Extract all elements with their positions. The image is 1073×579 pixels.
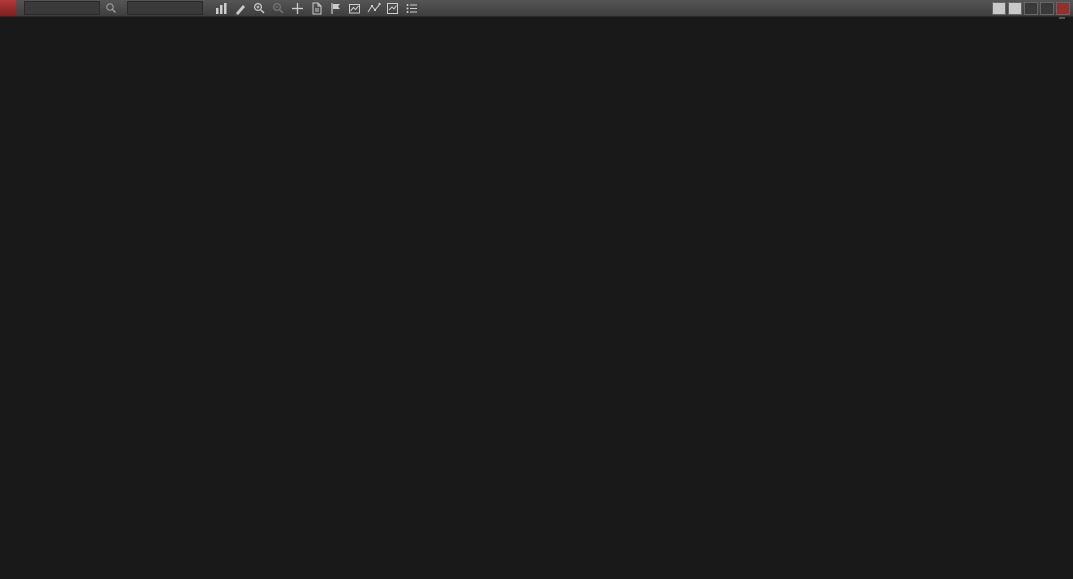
window-panel-button[interactable] <box>1008 2 1022 15</box>
ninjatrader-chart-window: const data = JSON.parse(document.getElem… <box>0 0 1073 579</box>
flag-icon[interactable] <box>327 1 344 15</box>
restore-button[interactable] <box>1040 2 1054 15</box>
window-buttons <box>992 2 1070 15</box>
crosshair-plus-icon[interactable] <box>289 1 306 15</box>
search-icon[interactable] <box>102 1 119 15</box>
chart-canvas <box>0 0 1073 579</box>
indicator-chart-icon[interactable] <box>384 1 401 15</box>
zoom-in-icon[interactable] <box>251 1 268 15</box>
list-icon[interactable] <box>403 1 420 15</box>
document-icon[interactable] <box>308 1 325 15</box>
bar-chart-icon[interactable] <box>213 1 230 15</box>
interval-select[interactable] <box>127 1 203 15</box>
window-panel-button[interactable] <box>992 2 1006 15</box>
axis-corner-label <box>1059 17 1065 19</box>
polyline-icon[interactable] <box>365 1 382 15</box>
close-button[interactable] <box>1056 2 1070 15</box>
minimize-button[interactable] <box>1024 2 1038 15</box>
snapshot-icon[interactable] <box>346 1 363 15</box>
instrument-select[interactable] <box>24 1 100 15</box>
zoom-out-icon[interactable] <box>270 1 287 15</box>
pencil-icon[interactable] <box>232 1 249 15</box>
toolbar <box>0 0 1073 17</box>
tab-chart[interactable] <box>0 0 16 16</box>
